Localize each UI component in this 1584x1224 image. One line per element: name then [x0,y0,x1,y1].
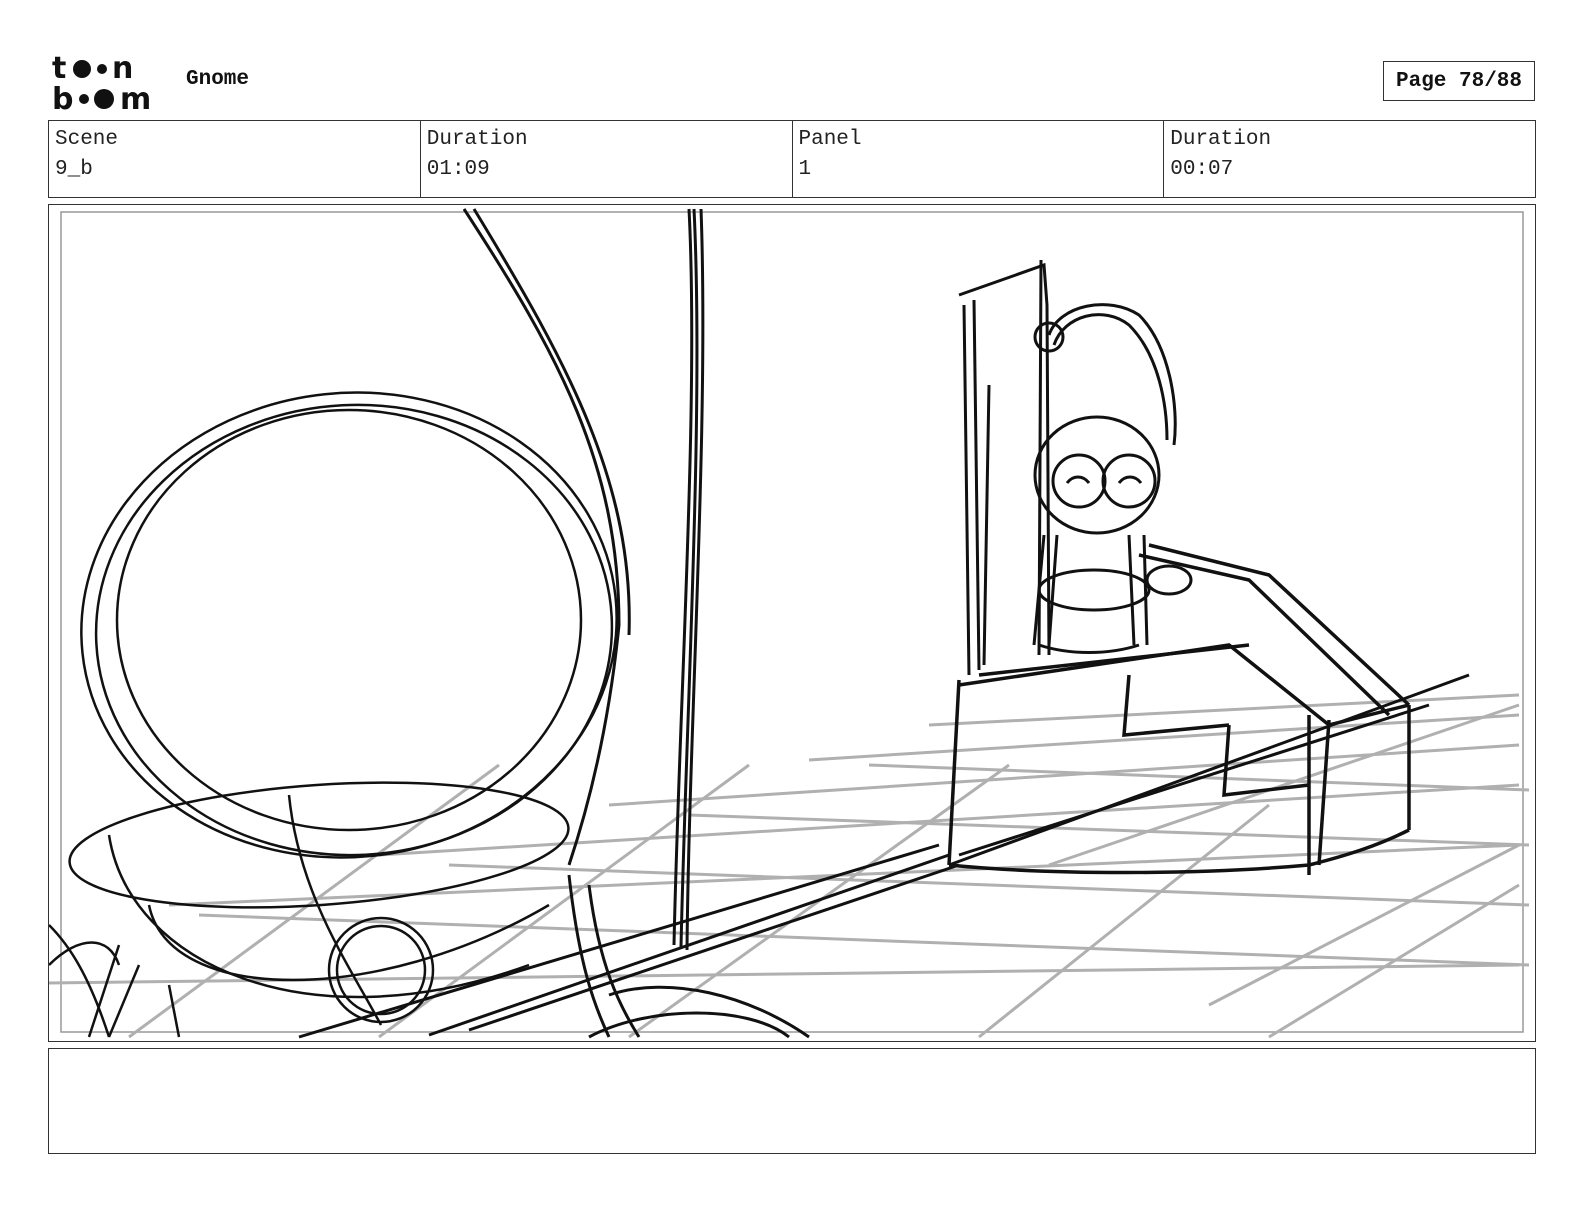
svg-text:m: m [120,82,151,112]
panel-notes [48,1048,1536,1154]
scene-duration-value: 01:09 [426,158,490,181]
gnome-character-sketch [1032,303,1193,654]
panel-duration-cell: Duration 00:07 [1164,121,1535,197]
wall-sketch [462,208,705,951]
sphere-sketch [68,391,618,1026]
panel-label: Panel [798,128,862,151]
panel-value: 1 [798,158,812,181]
scene-info-table: Scene 9_b Duration 01:09 Panel 1 Duratio… [48,120,1536,198]
scene-value: 9_b [55,158,93,181]
panel-duration-value: 00:07 [1170,158,1234,181]
storyboard-panel [48,204,1536,1042]
svg-text:t: t [52,52,66,86]
svg-text:b: b [52,82,73,112]
scene-label: Scene [55,128,119,151]
panel-sketch [49,208,1530,1039]
page-number: Page 78/88 [1383,61,1535,101]
panel-duration-label: Duration [1170,128,1272,151]
toon-boom-logo: t n b m [52,52,151,112]
scene-duration-cell: Duration 01:09 [421,121,793,197]
project-title: Gnome [186,68,250,91]
panel-cell: Panel 1 [793,121,1165,197]
scene-duration-label: Duration [426,128,528,151]
scene-cell: Scene 9_b [49,121,421,197]
svg-text:n: n [112,52,133,86]
